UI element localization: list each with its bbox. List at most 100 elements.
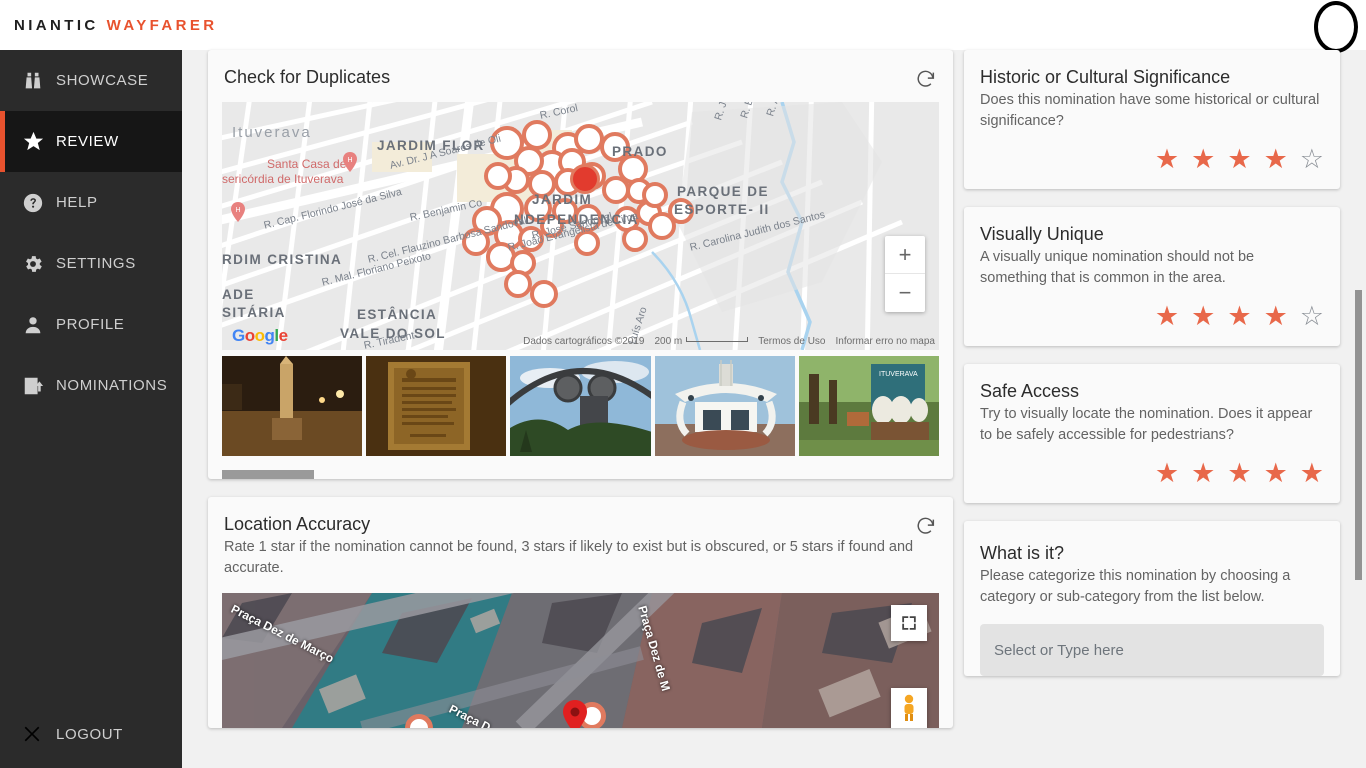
safe-access-header: Safe Access Try to visually locate the n… xyxy=(964,364,1340,446)
visually-unique-star-rating[interactable]: ★ ★ ★ ★ ☆ xyxy=(964,289,1340,346)
map-label: Ituverava xyxy=(232,124,312,141)
location-satellite-map[interactable]: Praça Dez de Março Praça Dez de M Praça D xyxy=(222,593,939,728)
page-scrollbar-thumb[interactable] xyxy=(1355,290,1362,580)
sidebar-item-showcase[interactable]: SHOWCASE xyxy=(0,50,182,111)
star-2[interactable]: ★ xyxy=(1191,303,1215,330)
star-1[interactable]: ★ xyxy=(1155,460,1179,487)
map-copyright: Dados cartográficos ©2019 xyxy=(523,336,645,347)
map-label: ADE xyxy=(222,287,255,302)
logout-button[interactable]: LOGOUT xyxy=(0,708,182,760)
ituverava-city-sign-thumbnail[interactable]: ITUVERAVA xyxy=(798,356,940,456)
sidebar-item-nominations[interactable]: NOMINATIONS xyxy=(0,355,182,416)
terms-of-use-link[interactable]: Termos de Uso xyxy=(758,336,825,347)
question-circle-icon xyxy=(22,192,56,214)
duplicate-marker[interactable] xyxy=(530,280,558,308)
svg-text:ITUVERAVA: ITUVERAVA xyxy=(879,371,918,378)
location-accuracy-description: Rate 1 star if the nomination cannot be … xyxy=(224,539,914,576)
category-card: What is it? Please categorize this nomin… xyxy=(964,521,1340,676)
fullscreen-icon[interactable] xyxy=(891,605,927,641)
map-label: ESTÂNCIA xyxy=(357,307,438,322)
location-accuracy-title: Location Accuracy xyxy=(224,514,371,534)
brand-logo[interactable]: NIANTIC WAYFARER xyxy=(14,17,217,34)
sidebar-item-label: HELP xyxy=(56,194,98,211)
sidebar-item-review[interactable]: REVIEW xyxy=(0,111,182,172)
safe-access-star-rating[interactable]: ★ ★ ★ ★ ★ xyxy=(964,446,1340,503)
visually-unique-description: A visually unique nomination should not … xyxy=(980,249,1255,286)
map-poi-pin[interactable]: H xyxy=(342,152,358,172)
sidebar-item-label: PROFILE xyxy=(56,316,125,333)
arch-with-portraits-thumbnail[interactable] xyxy=(510,356,651,456)
user-avatar[interactable] xyxy=(1314,1,1358,53)
category-header: What is it? Please categorize this nomin… xyxy=(964,521,1340,608)
sidebar-item-label: REVIEW xyxy=(56,133,119,150)
sidebar-item-profile[interactable]: PROFILE xyxy=(0,294,182,355)
star-1[interactable]: ★ xyxy=(1155,303,1179,330)
upload-list-icon xyxy=(22,375,56,397)
duplicate-marker[interactable] xyxy=(642,182,668,208)
visually-unique-title: Visually Unique xyxy=(980,224,1104,244)
pegman-icon[interactable] xyxy=(891,688,927,728)
star-5[interactable]: ☆ xyxy=(1300,303,1324,330)
historic-title: Historic or Cultural Significance xyxy=(980,67,1231,87)
star-2[interactable]: ★ xyxy=(1191,146,1215,173)
person-icon xyxy=(22,314,56,336)
historic-description: Does this nomination have some historica… xyxy=(980,92,1320,129)
svg-text:H: H xyxy=(235,207,240,214)
star-1[interactable]: ★ xyxy=(1155,146,1179,173)
historic-header: Historic or Cultural Significance Does t… xyxy=(964,50,1340,132)
main-content: Check for Duplicates Ituverava JARDIM FL… xyxy=(182,50,1366,768)
thumbnails-scrollbar[interactable] xyxy=(222,470,314,479)
map-label: SITÁRIA xyxy=(222,305,286,320)
page-title: Check for Duplicates xyxy=(224,67,391,87)
location-accuracy-card: Location Accuracy Rate 1 star if the nom… xyxy=(208,497,953,728)
duplicates-map[interactable]: Ituverava JARDIM FLOR PRADO PARQUE DE ESPORT… xyxy=(222,102,939,350)
map-label: RDIM CRISTINA xyxy=(222,252,343,267)
star-3[interactable]: ★ xyxy=(1227,303,1251,330)
star-4[interactable]: ★ xyxy=(1264,460,1288,487)
bandstand-gazebo-thumbnail[interactable] xyxy=(654,356,795,456)
star-3[interactable]: ★ xyxy=(1227,460,1251,487)
sidebar-item-label: SETTINGS xyxy=(56,255,136,272)
nomination-location-pin[interactable] xyxy=(562,700,588,728)
star-5[interactable]: ★ xyxy=(1300,460,1324,487)
map-label: sericórdia de Ituverava xyxy=(222,172,344,186)
category-select-input[interactable]: Select or Type here xyxy=(980,624,1324,676)
category-placeholder: Select or Type here xyxy=(994,641,1124,659)
duplicate-marker[interactable] xyxy=(622,226,648,252)
safe-access-title: Safe Access xyxy=(980,381,1080,401)
location-card-header: Location Accuracy Rate 1 star if the nom… xyxy=(208,497,953,579)
star-4[interactable]: ★ xyxy=(1264,146,1288,173)
category-title: What is it? xyxy=(980,543,1065,563)
historic-star-rating[interactable]: ★ ★ ★ ★ ☆ xyxy=(964,132,1340,189)
sidebar-item-label: SHOWCASE xyxy=(56,72,149,89)
zoom-out-button[interactable]: − xyxy=(885,274,925,312)
map-attribution: Dados cartográficos ©2019 200 m Termos d… xyxy=(523,336,935,347)
selected-nomination-marker[interactable] xyxy=(570,164,600,194)
star-4[interactable]: ★ xyxy=(1264,303,1288,330)
page-scrollbar[interactable] xyxy=(1351,50,1366,768)
duplicate-marker[interactable] xyxy=(484,162,512,190)
star-3[interactable]: ★ xyxy=(1227,146,1251,173)
sidebar-nav: SHOWCASE REVIEW HELP SETTINGS PROFILE NO… xyxy=(0,50,182,768)
rating-card-visually-unique: Visually Unique A visually unique nomina… xyxy=(964,207,1340,346)
refresh-icon[interactable] xyxy=(915,68,937,90)
map-label: JARDIM xyxy=(532,192,593,207)
brand-niantic: NIANTIC xyxy=(14,16,99,34)
star-5[interactable]: ☆ xyxy=(1300,146,1324,173)
sidebar-item-help[interactable]: HELP xyxy=(0,172,182,233)
sidebar-item-settings[interactable]: SETTINGS xyxy=(0,233,182,294)
zoom-in-button[interactable]: + xyxy=(885,236,925,274)
map-poi-pin[interactable]: H xyxy=(230,202,246,222)
obelisk-monument-night-thumbnail[interactable] xyxy=(222,356,363,456)
map-label: PRADO xyxy=(612,144,668,159)
close-x-icon xyxy=(22,724,56,744)
report-map-error-link[interactable]: Informar erro no mapa xyxy=(836,336,936,347)
map-label: ESPORTE- II xyxy=(674,202,770,217)
safe-access-description: Try to visually locate the nomination. D… xyxy=(980,406,1313,443)
right-column: Historic or Cultural Significance Does t… xyxy=(964,50,1340,696)
bronze-plaque-thumbnail[interactable] xyxy=(366,356,507,456)
refresh-icon[interactable] xyxy=(915,515,937,537)
app-header: NIANTIC WAYFARER xyxy=(0,0,1366,53)
duplicate-marker[interactable] xyxy=(504,270,532,298)
star-2[interactable]: ★ xyxy=(1191,460,1215,487)
